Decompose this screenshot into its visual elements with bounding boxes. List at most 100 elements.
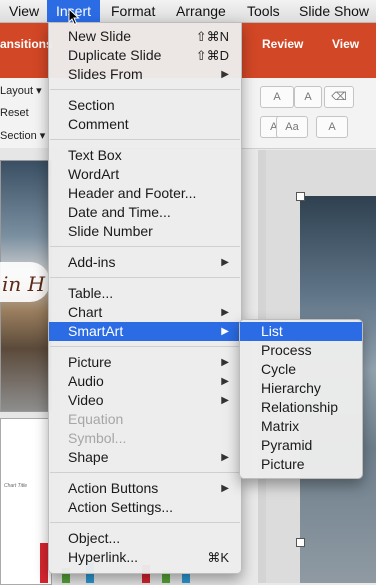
menubar-tools[interactable]: Tools	[238, 0, 289, 22]
menu-item-label: New Slide	[68, 28, 132, 44]
menu-separator	[50, 246, 240, 247]
menu-item-shape[interactable]: Shape ▶	[49, 448, 241, 467]
menu-item-new-slide[interactable]: New Slide ⇧⌘N	[49, 27, 241, 46]
menu-item-label: Comment	[68, 116, 129, 132]
change-case-button[interactable]: Aa	[276, 116, 308, 138]
menu-item-chart[interactable]: Chart ▶	[49, 303, 241, 322]
submenu-arrow-icon: ▶	[221, 257, 229, 268]
submenu-arrow-icon: ▶	[221, 452, 229, 463]
mouse-cursor-icon	[68, 8, 80, 26]
tab-review[interactable]: Review	[262, 37, 303, 51]
tab-view[interactable]: View	[332, 37, 359, 51]
smartart-item-label: Process	[261, 342, 312, 358]
font-size-up-button[interactable]: A	[260, 86, 294, 108]
menu-item-picture[interactable]: Picture ▶	[49, 353, 241, 372]
layout-button[interactable]: Layout ▾	[0, 84, 42, 97]
menu-item-label: Action Settings...	[68, 499, 174, 515]
smartart-item-hierarchy[interactable]: Hierarchy	[240, 379, 362, 398]
menu-separator	[50, 472, 240, 473]
section-button[interactable]: Section ▾	[0, 129, 45, 142]
smartart-item-process[interactable]: Process	[240, 341, 362, 360]
smartart-item-pyramid[interactable]: Pyramid	[240, 436, 362, 455]
menu-item-label: Slide Number	[68, 223, 153, 239]
menu-item-wordart[interactable]: WordArt	[49, 165, 241, 184]
submenu-arrow-icon: ▶	[221, 69, 229, 80]
menubar-arrange[interactable]: Arrange	[167, 0, 235, 22]
menu-item-hyperlink[interactable]: Hyperlink... ⌘K	[49, 548, 241, 567]
menubar-view[interactable]: View	[0, 0, 48, 22]
menu-item-section[interactable]: Section	[49, 96, 241, 115]
menu-bar: View Insert Format Arrange Tools Slide S…	[0, 0, 376, 23]
submenu-arrow-icon: ▶	[221, 483, 229, 494]
tab-transitions[interactable]: ansitions	[0, 37, 53, 51]
smartart-item-list[interactable]: List	[240, 322, 362, 341]
menu-item-text-box[interactable]: Text Box	[49, 146, 241, 165]
menu-item-label: Symbol...	[68, 430, 127, 446]
menu-item-label: Chart	[68, 304, 103, 320]
menu-item-label: Picture	[68, 354, 112, 370]
smartart-item-label: Picture	[261, 456, 305, 472]
menu-item-label: Action Buttons	[68, 480, 159, 496]
resize-handle[interactable]	[296, 192, 305, 201]
menu-item-label: WordArt	[68, 166, 120, 182]
menu-item-add-ins[interactable]: Add-ins ▶	[49, 253, 241, 272]
resize-handle[interactable]	[296, 538, 305, 547]
menu-item-label: Slides From	[68, 66, 143, 82]
reset-button[interactable]: Reset	[0, 107, 29, 119]
menu-item-date-and-time[interactable]: Date and Time...	[49, 203, 241, 222]
menu-item-audio[interactable]: Audio ▶	[49, 372, 241, 391]
smartart-item-label: Pyramid	[261, 437, 313, 453]
smartart-item-cycle[interactable]: Cycle	[240, 360, 362, 379]
menu-item-label: Add-ins	[68, 254, 116, 270]
menu-separator	[50, 89, 240, 90]
menubar-slide-show[interactable]: Slide Show	[290, 0, 376, 22]
menu-separator	[50, 139, 240, 140]
submenu-arrow-icon: ▶	[221, 357, 229, 368]
menu-item-comment[interactable]: Comment	[49, 115, 241, 134]
menu-item-label: Section	[68, 97, 115, 113]
menu-item-label: Shape	[68, 449, 109, 465]
menu-item-action-settings[interactable]: Action Settings...	[49, 498, 241, 517]
menubar-format[interactable]: Format	[102, 0, 164, 22]
menu-item-label: Header and Footer...	[68, 185, 197, 201]
smartart-item-label: Relationship	[261, 399, 339, 415]
menu-item-slides-from[interactable]: Slides From ▶	[49, 65, 241, 84]
menu-item-label: SmartArt	[68, 323, 124, 339]
menu-item-label: Equation	[68, 411, 124, 427]
submenu-arrow-icon: ▶	[221, 395, 229, 406]
font-color-button[interactable]: A	[316, 116, 348, 138]
smartart-item-label: List	[261, 323, 283, 339]
menu-separator	[50, 277, 240, 278]
menu-item-slide-number[interactable]: Slide Number	[49, 222, 241, 241]
menu-item-duplicate-slide[interactable]: Duplicate Slide ⇧⌘D	[49, 46, 241, 65]
smartart-item-picture[interactable]: Picture	[240, 455, 362, 474]
chart-bar	[182, 573, 190, 583]
menu-separator	[50, 522, 240, 523]
menu-item-table[interactable]: Table...	[49, 284, 241, 303]
smartart-item-matrix[interactable]: Matrix	[240, 417, 362, 436]
insert-menu: New Slide ⇧⌘N Duplicate Slide ⇧⌘D Slides Fro…	[48, 22, 242, 574]
shortcut-label: ⇧⌘D	[195, 48, 229, 63]
menu-item-header-and-footer[interactable]: Header and Footer...	[49, 184, 241, 203]
menu-item-smartart[interactable]: SmartArt ▶	[49, 322, 241, 341]
smartart-item-relationship[interactable]: Relationship	[240, 398, 362, 417]
menu-item-label: Date and Time...	[68, 204, 171, 220]
menu-item-equation: Equation	[49, 410, 241, 429]
shortcut-label: ⇧⌘N	[195, 29, 229, 44]
menu-item-label: Audio	[68, 373, 104, 389]
menu-item-label: Duplicate Slide	[68, 47, 162, 63]
thumbnail-chart-title: Chart Title	[4, 483, 28, 489]
submenu-arrow-icon: ▶	[221, 326, 229, 337]
menu-item-label: Video	[68, 392, 104, 408]
shortcut-label: ⌘K	[207, 550, 229, 565]
clear-formatting-button[interactable]: ⌫	[324, 86, 354, 108]
menu-item-action-buttons[interactable]: Action Buttons ▶	[49, 479, 241, 498]
menu-item-symbol: Symbol...	[49, 429, 241, 448]
menu-item-video[interactable]: Video ▶	[49, 391, 241, 410]
smartart-item-label: Matrix	[261, 418, 300, 434]
menu-item-object[interactable]: Object...	[49, 529, 241, 548]
smartart-item-label: Cycle	[261, 361, 297, 377]
font-size-down-button[interactable]: A	[294, 86, 322, 108]
menu-item-label: Object...	[68, 530, 121, 546]
menu-item-label: Table...	[68, 285, 114, 301]
